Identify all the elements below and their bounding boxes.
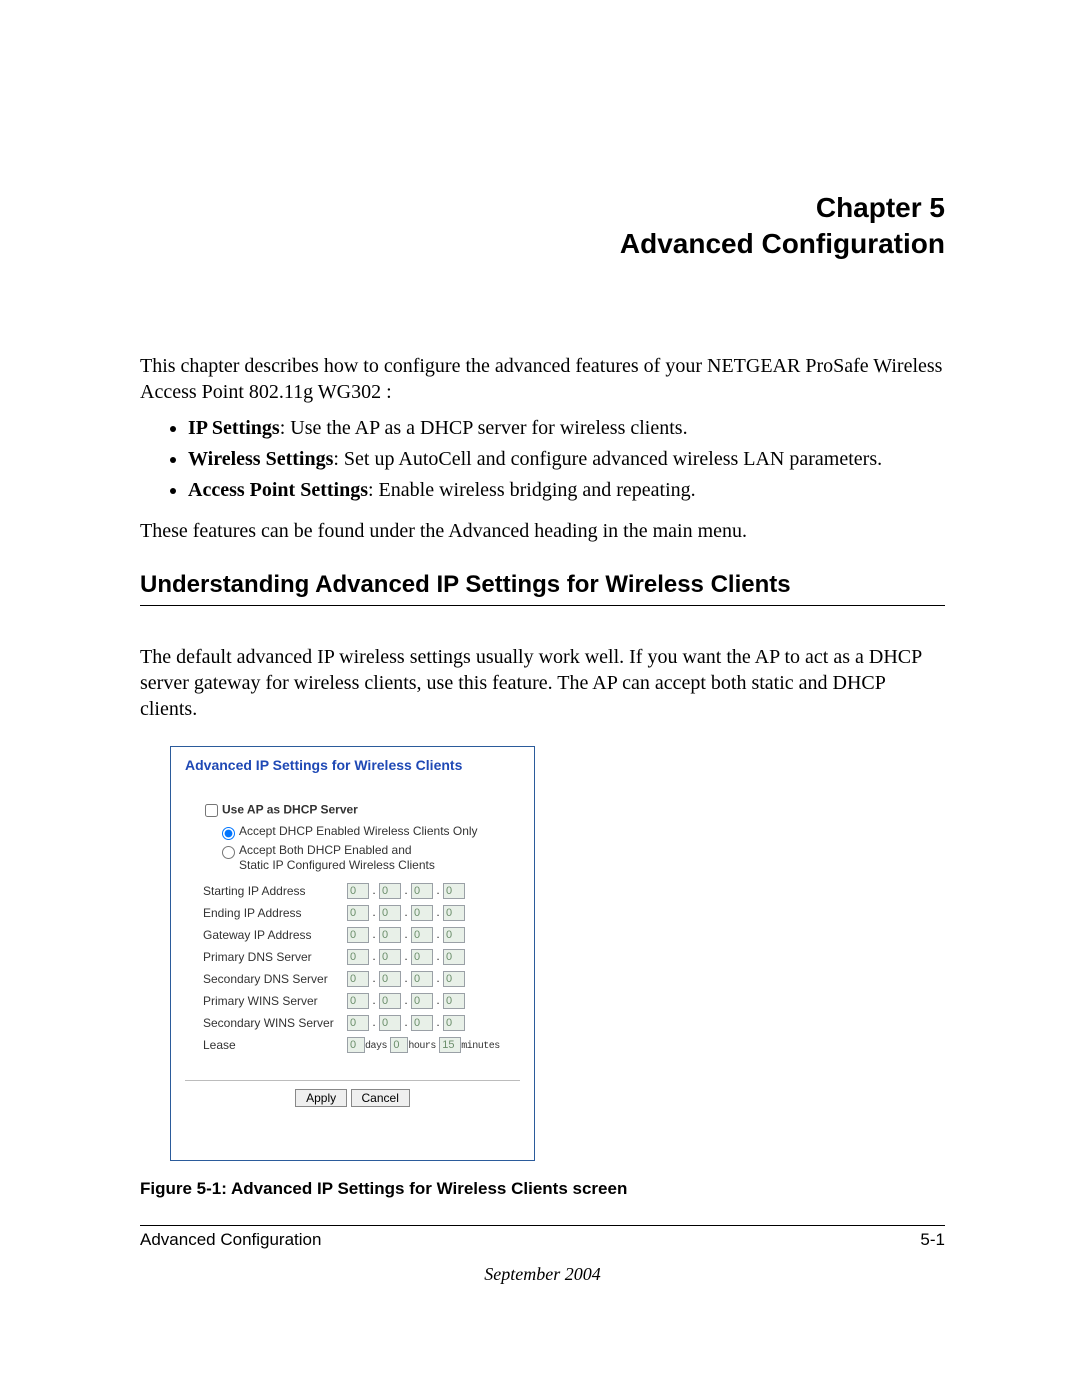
apply-button[interactable]: Apply [295, 1089, 347, 1107]
section-paragraph: The default advanced IP wireless setting… [140, 644, 945, 722]
radio-label-line2: Static IP Configured Wireless Clients [239, 858, 435, 872]
accept-dhcp-only-radio[interactable] [222, 827, 235, 840]
table-row: Secondary DNS Server . . . [201, 968, 502, 990]
ip-octet-input[interactable] [411, 905, 433, 921]
ip-fields-table: Starting IP Address . . . Ending IP Addr… [201, 880, 502, 1056]
field-label: Primary WINS Server [201, 990, 345, 1012]
hours-unit: hours [408, 1041, 436, 1052]
panel-title: Advanced IP Settings for Wireless Client… [185, 757, 520, 773]
ip-octet-input[interactable] [411, 971, 433, 987]
use-ap-dhcp-checkbox[interactable] [205, 804, 218, 817]
figure-caption: Figure 5-1: Advanced IP Settings for Wir… [140, 1179, 945, 1199]
ip-octet-input[interactable] [347, 971, 369, 987]
list-item: Wireless Settings: Set up AutoCell and c… [188, 446, 945, 473]
radio-label-line1: Accept Both DHCP Enabled and [239, 843, 412, 857]
field-label: Lease [201, 1034, 345, 1056]
ip-octet-input[interactable] [411, 883, 433, 899]
ip-octet-input[interactable] [347, 1015, 369, 1031]
lease-row: Lease days hours minutes [201, 1034, 502, 1056]
ip-octet-input[interactable] [411, 927, 433, 943]
field-label: Gateway IP Address [201, 924, 345, 946]
lease-days-input[interactable] [347, 1037, 365, 1053]
accept-both-radio[interactable] [222, 846, 235, 859]
field-label: Starting IP Address [201, 880, 345, 902]
checkbox-label: Use AP as DHCP Server [222, 802, 358, 816]
minutes-unit: minutes [461, 1041, 500, 1052]
table-row: Gateway IP Address . . . [201, 924, 502, 946]
ip-octet-input[interactable] [379, 905, 401, 921]
ip-octet-input[interactable] [347, 993, 369, 1009]
ip-octet-input[interactable] [347, 905, 369, 921]
ip-octet-input[interactable] [379, 883, 401, 899]
ip-octet-input[interactable] [379, 927, 401, 943]
ip-octet-input[interactable] [443, 949, 465, 965]
radio-row-2: Accept Both DHCP Enabled andStatic IP Co… [217, 843, 520, 874]
radio-label: Accept DHCP Enabled Wireless Clients Onl… [239, 824, 478, 838]
footer-rule [140, 1225, 945, 1226]
settings-panel-screenshot: Advanced IP Settings for Wireless Client… [170, 746, 535, 1161]
feature-desc: : Set up AutoCell and configure advanced… [333, 448, 882, 470]
lease-hours-input[interactable] [390, 1037, 408, 1053]
chapter-title: Chapter 5 Advanced Configuration [140, 190, 945, 263]
chapter-number: Chapter 5 [816, 192, 945, 223]
dhcp-checkbox-row: Use AP as DHCP Server [201, 801, 520, 820]
table-row: Primary WINS Server . . . [201, 990, 502, 1012]
days-unit: days [365, 1041, 387, 1052]
feature-name: Access Point Settings [188, 479, 368, 501]
ip-octet-input[interactable] [443, 971, 465, 987]
ip-octet-input[interactable] [347, 949, 369, 965]
radio-row-1: Accept DHCP Enabled Wireless Clients Onl… [217, 824, 520, 840]
table-row: Primary DNS Server . . . [201, 946, 502, 968]
ip-octets: . . . [345, 880, 502, 902]
ip-octet-input[interactable] [443, 1015, 465, 1031]
ip-octet-input[interactable] [379, 1015, 401, 1031]
cancel-button[interactable]: Cancel [351, 1089, 410, 1107]
table-row: Secondary WINS Server . . . [201, 1012, 502, 1034]
ip-octet-input[interactable] [347, 927, 369, 943]
chapter-name: Advanced Configuration [620, 228, 945, 259]
list-item: IP Settings: Use the AP as a DHCP server… [188, 415, 945, 442]
ip-octet-input[interactable] [411, 1015, 433, 1031]
page-footer: Advanced Configuration 5-1 [140, 1230, 945, 1250]
ip-octet-input[interactable] [379, 993, 401, 1009]
ip-octet-input[interactable] [347, 883, 369, 899]
outro-paragraph: These features can be found under the Ad… [140, 520, 945, 543]
footer-date: September 2004 [140, 1264, 945, 1285]
feature-list: IP Settings: Use the AP as a DHCP server… [140, 415, 945, 504]
feature-name: IP Settings [188, 417, 280, 439]
lease-minutes-input[interactable] [439, 1037, 461, 1053]
field-label: Secondary DNS Server [201, 968, 345, 990]
button-row: Apply Cancel [185, 1080, 520, 1107]
feature-name: Wireless Settings [188, 448, 333, 470]
field-label: Ending IP Address [201, 902, 345, 924]
ip-octet-input[interactable] [443, 993, 465, 1009]
list-item: Access Point Settings: Enable wireless b… [188, 477, 945, 504]
field-label: Primary DNS Server [201, 946, 345, 968]
section-heading: Understanding Advanced IP Settings for W… [140, 571, 945, 606]
ip-octet-input[interactable] [379, 971, 401, 987]
table-row: Starting IP Address . . . [201, 880, 502, 902]
ip-octet-input[interactable] [379, 949, 401, 965]
footer-right: 5-1 [920, 1230, 945, 1250]
feature-desc: : Enable wireless bridging and repeating… [368, 479, 696, 501]
footer-left: Advanced Configuration [140, 1230, 321, 1250]
field-label: Secondary WINS Server [201, 1012, 345, 1034]
feature-desc: : Use the AP as a DHCP server for wirele… [280, 417, 688, 439]
table-row: Ending IP Address . . . [201, 902, 502, 924]
ip-octet-input[interactable] [443, 905, 465, 921]
ip-octet-input[interactable] [443, 927, 465, 943]
ip-octet-input[interactable] [443, 883, 465, 899]
intro-paragraph: This chapter describes how to configure … [140, 353, 945, 405]
ip-octet-input[interactable] [411, 949, 433, 965]
ip-octet-input[interactable] [411, 993, 433, 1009]
